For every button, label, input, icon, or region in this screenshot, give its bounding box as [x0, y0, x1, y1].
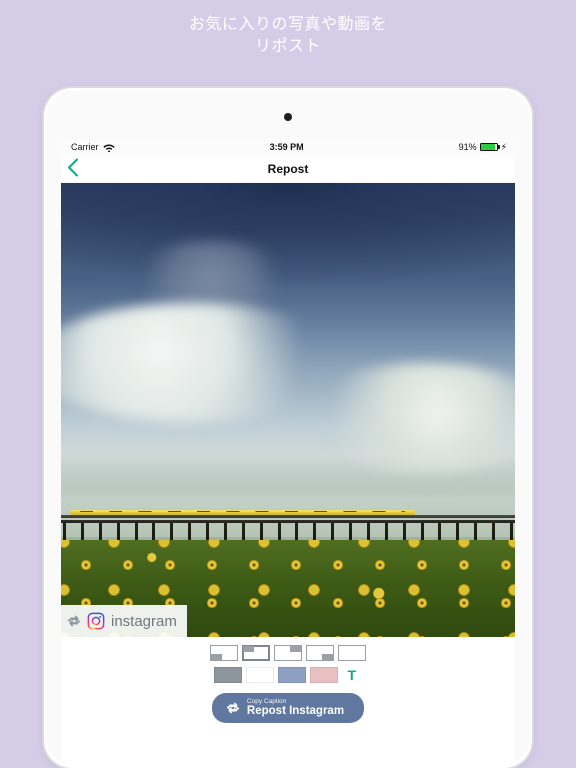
status-left: Carrier [71, 142, 115, 152]
wifi-icon [103, 143, 115, 152]
carrier-label: Carrier [71, 142, 99, 152]
cta-big-label: Repost Instagram [247, 706, 344, 718]
promo-backdrop: お気に入りの写真や動画を リポスト Carrier 3:59 PM 91% [0, 0, 576, 768]
tablet-bezel: Carrier 3:59 PM 91% ⚡︎ [47, 91, 529, 765]
position-option-br[interactable] [306, 645, 334, 661]
color-swatch-3[interactable] [310, 667, 338, 683]
photo-train [70, 510, 415, 515]
battery-icon [480, 143, 498, 151]
text-toggle-button[interactable]: T [342, 667, 362, 683]
back-button[interactable] [67, 158, 79, 179]
promo-line-2: リポスト [0, 36, 576, 58]
repost-icon [226, 702, 240, 714]
position-option-tl[interactable] [242, 645, 270, 661]
photo-bridge [61, 512, 515, 540]
instagram-icon [87, 612, 105, 630]
app-screen: Carrier 3:59 PM 91% ⚡︎ [61, 139, 515, 765]
status-time: 3:59 PM [270, 142, 304, 152]
repost-attribution-badge: instagram [61, 605, 187, 637]
color-swatch-0[interactable] [214, 667, 242, 683]
promo-text: お気に入りの写真や動画を リポスト [0, 0, 576, 57]
color-swatch-1[interactable] [246, 667, 274, 683]
post-photo[interactable]: instagram [61, 183, 515, 637]
badge-color-row: T [214, 667, 362, 683]
position-option-bl[interactable] [210, 645, 238, 661]
repost-icon [67, 615, 81, 627]
controls-panel: T Copy Caption Repost Instagram [61, 637, 515, 723]
tablet-frame: Carrier 3:59 PM 91% ⚡︎ [44, 88, 532, 768]
battery-percent: 91% [459, 142, 477, 152]
promo-line-1: お気に入りの写真や動画を [0, 14, 576, 36]
position-option-none[interactable] [338, 645, 366, 661]
status-bar: Carrier 3:59 PM 91% ⚡︎ [61, 139, 515, 155]
position-option-tr[interactable] [274, 645, 302, 661]
status-right: 91% ⚡︎ [459, 142, 505, 153]
repost-button[interactable]: Copy Caption Repost Instagram [212, 693, 364, 723]
color-swatch-2[interactable] [278, 667, 306, 683]
page-title: Repost [268, 162, 309, 176]
tablet-camera [284, 113, 292, 121]
charging-icon: ⚡︎ [501, 142, 507, 153]
cta-small-label: Copy Caption [247, 699, 286, 706]
attribution-username: instagram [111, 613, 177, 630]
nav-bar: Repost [61, 155, 515, 183]
badge-position-row [210, 645, 366, 661]
